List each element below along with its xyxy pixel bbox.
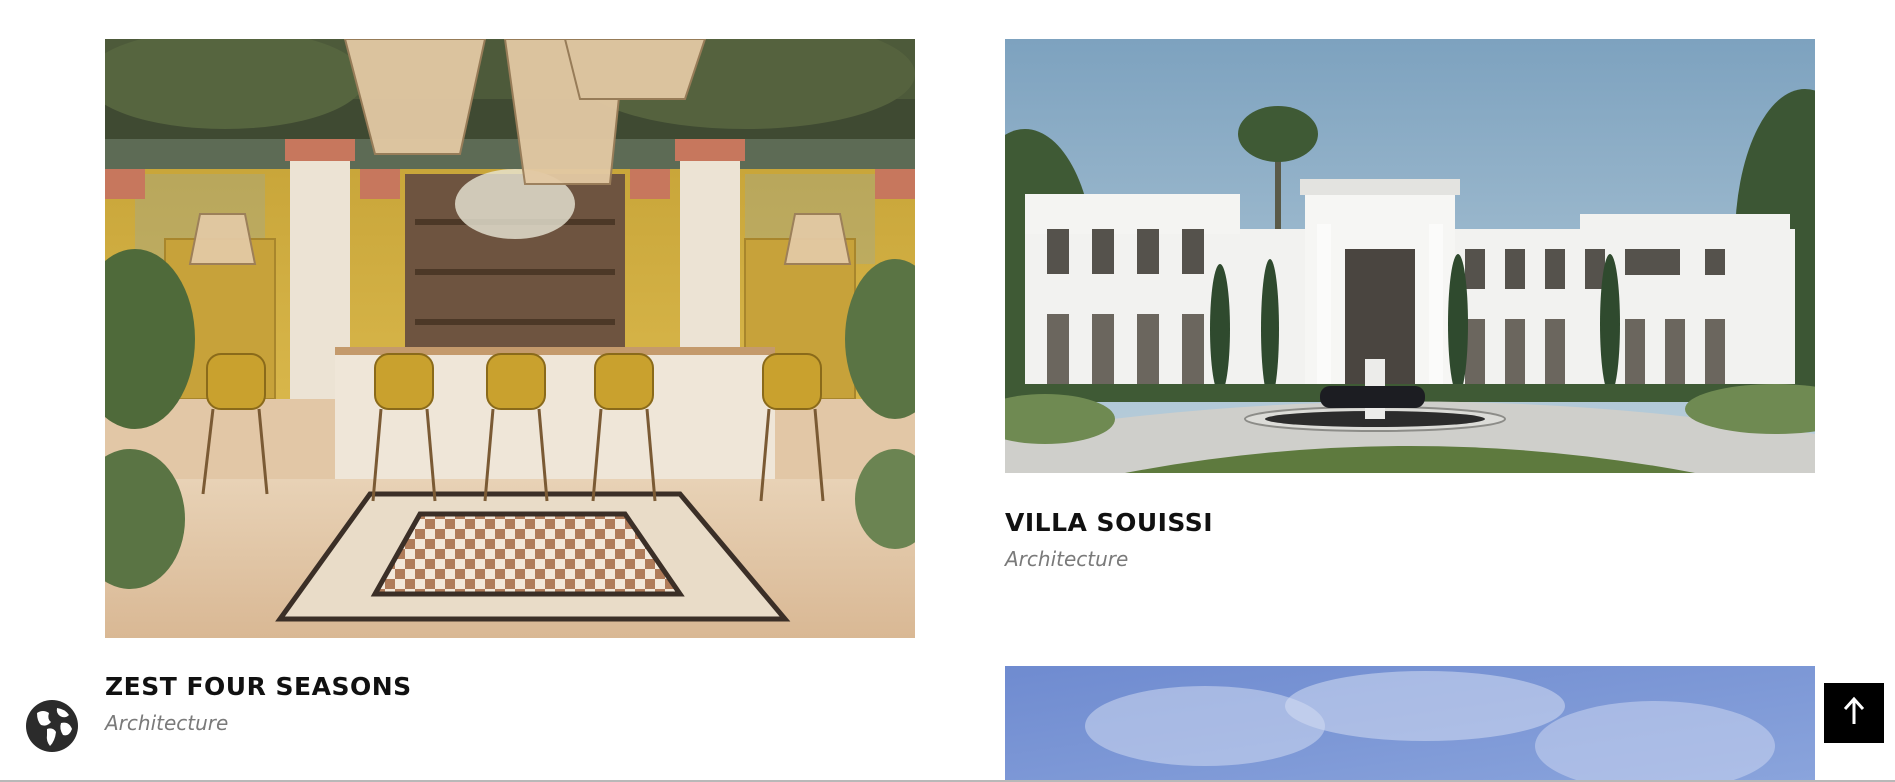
portfolio-page: ZEST FOUR SEASONS Architecture VILLA SOU…	[0, 0, 1895, 782]
scroll-to-top-button[interactable]	[1824, 683, 1884, 743]
project-card-villa-souissi[interactable]: VILLA SOUISSI Architecture	[1005, 39, 1815, 571]
project-image-third[interactable]	[1005, 666, 1815, 782]
project-category: Architecture	[1005, 547, 1129, 571]
project-image-villa-souissi[interactable]	[1005, 39, 1815, 473]
project-title[interactable]: ZEST FOUR SEASONS	[105, 672, 915, 701]
language-globe-button[interactable]	[25, 699, 79, 753]
project-card-zest-four-seasons[interactable]: ZEST FOUR SEASONS Architecture	[105, 39, 915, 735]
project-image-zest-four-seasons[interactable]	[105, 39, 915, 638]
project-title[interactable]: VILLA SOUISSI	[1005, 508, 1815, 537]
arrow-up-icon	[1842, 696, 1866, 731]
project-category: Architecture	[105, 711, 229, 735]
project-card-third[interactable]	[1005, 666, 1815, 782]
globe-icon	[25, 699, 79, 753]
